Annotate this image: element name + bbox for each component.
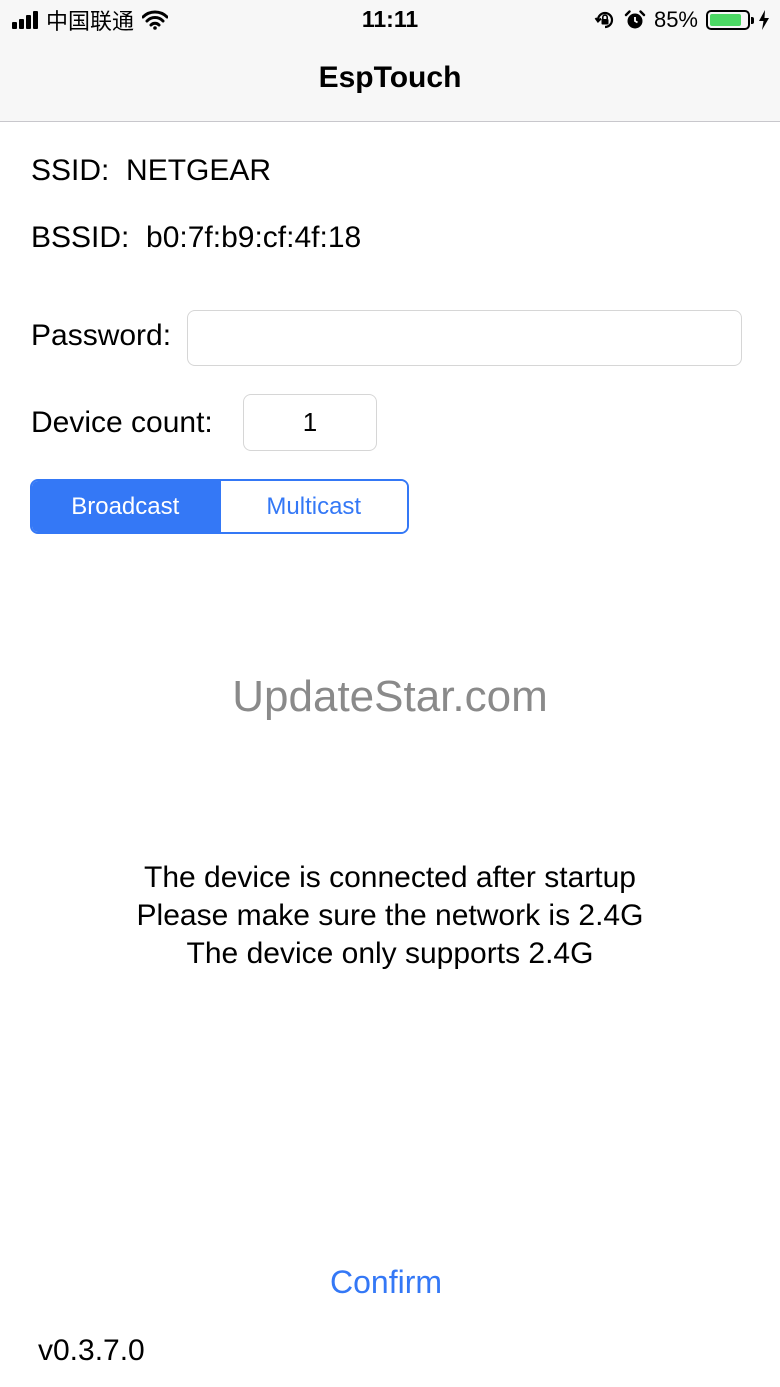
info-line-1: The device is connected after startup (144, 861, 636, 894)
broadcast-segment[interactable]: Broadcast (32, 481, 219, 532)
ssid-row: SSID: NETGEAR (31, 154, 271, 188)
bssid-row: BSSID: b0:7f:b9:cf:4f:18 (31, 221, 361, 255)
device-count-label: Device count: (31, 406, 213, 439)
battery-icon (706, 10, 754, 30)
page-title: EspTouch (318, 61, 462, 94)
navigation-bar: EspTouch (0, 38, 780, 122)
battery-percent: 85% (653, 7, 698, 32)
watermark-text: UpdateStar.com (232, 672, 548, 721)
charging-icon (759, 10, 769, 30)
bssid-label: BSSID: (31, 221, 130, 254)
confirm-button[interactable]: Confirm (290, 1264, 482, 1312)
ssid-label: SSID: (31, 154, 110, 187)
status-right: 85% (594, 6, 770, 34)
device-count-input[interactable] (243, 394, 377, 451)
status-bar: 中国联通 11:11 85% (0, 0, 780, 38)
password-label: Password: (31, 319, 172, 352)
mode-segmented-control: Broadcast Multicast (30, 479, 409, 534)
info-line-2: Please make sure the network is 2.4G (136, 899, 644, 932)
alarm-icon (624, 10, 646, 29)
rotation-lock-icon (594, 11, 614, 29)
bssid-value: b0:7f:b9:cf:4f:18 (146, 221, 362, 254)
version-label: v0.3.7.0 (38, 1334, 145, 1367)
ssid-value: NETGEAR (126, 154, 272, 187)
password-input[interactable] (187, 310, 742, 366)
multicast-segment[interactable]: Multicast (218, 481, 407, 532)
info-line-3: The device only supports 2.4G (186, 937, 594, 970)
